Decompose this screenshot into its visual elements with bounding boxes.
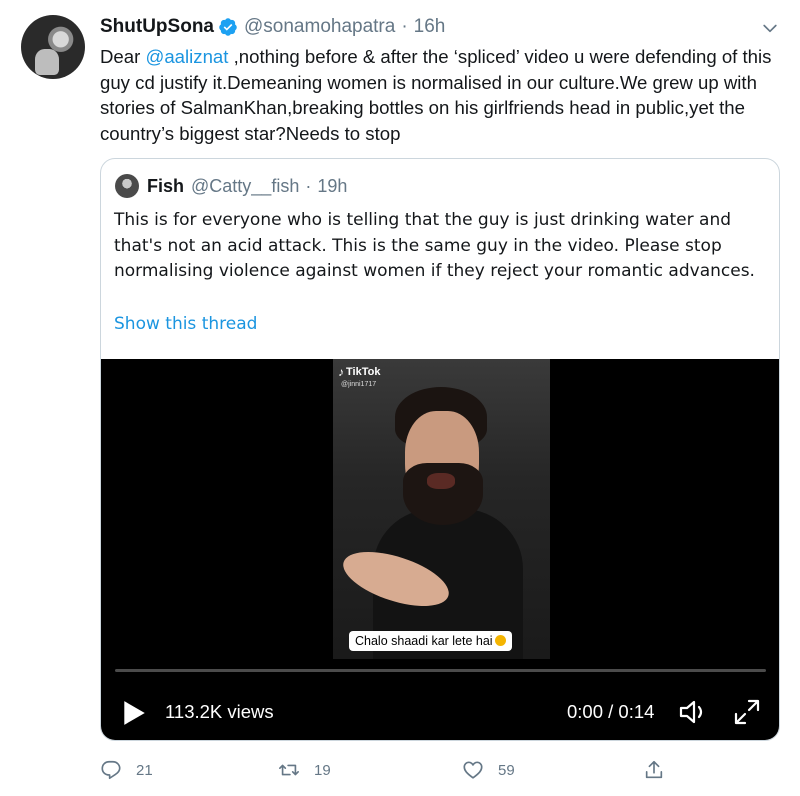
avatar[interactable] — [21, 15, 85, 79]
reply-icon — [101, 760, 121, 780]
share-button[interactable] — [643, 756, 679, 784]
video-caption: Chalo shaadi kar lete hai — [349, 631, 512, 651]
quoted-header: Fish @Catty__fish · 19h — [147, 173, 347, 199]
display-name[interactable]: ShutUpSona — [100, 16, 214, 38]
tiktok-username: @jinni1717 — [341, 381, 377, 388]
chevron-down-icon[interactable] — [760, 18, 780, 38]
video-person-mouth — [427, 473, 455, 489]
tweet: ShutUpSona @sonamohapatra · 16h Dear @aa… — [0, 0, 800, 796]
retweet-icon — [279, 764, 299, 776]
tiktok-watermark: ♪ TikTok — [338, 365, 380, 379]
video-duration: 0:00 / 0:14 — [567, 701, 655, 722]
quoted-handle[interactable]: @Catty__fish — [191, 176, 299, 197]
reply-count: 21 — [136, 761, 153, 779]
play-icon[interactable] — [121, 699, 147, 727]
volume-icon[interactable] — [678, 698, 710, 726]
retweet-button[interactable]: 19 — [278, 756, 331, 784]
share-icon — [645, 760, 663, 779]
quoted-text: This is for everyone who is telling that… — [114, 210, 755, 281]
quoted-avatar[interactable] — [115, 174, 139, 198]
verified-badge-icon — [219, 18, 237, 36]
show-thread-link[interactable]: Show this thread — [114, 314, 257, 334]
quoted-timestamp[interactable]: 19h — [317, 176, 347, 197]
reply-button[interactable]: 21 — [100, 756, 153, 784]
video-caption-text: Chalo shaadi kar lete hai — [355, 634, 493, 648]
fullscreen-icon[interactable] — [733, 698, 761, 726]
mention-link[interactable]: @aaliznat — [145, 46, 228, 67]
handle[interactable]: @sonamohapatra — [244, 16, 395, 38]
separator-dot: · — [401, 16, 408, 37]
video-progress-bar[interactable] — [115, 669, 766, 672]
video-player[interactable]: ♪ TikTok @jinni1717 Chalo shaadi kar let… — [101, 359, 779, 740]
tweet-text-lead: Dear — [100, 46, 146, 67]
tiktok-watermark-text: TikTok — [346, 366, 381, 378]
tweet-actions: 21 19 59 — [100, 756, 780, 786]
quoted-separator-dot: · — [305, 175, 312, 196]
like-count: 59 — [498, 761, 515, 779]
quoted-display-name[interactable]: Fish — [147, 176, 184, 197]
like-icon — [463, 761, 483, 779]
tweet-text: Dear @aaliznat ,nothing before & after t… — [100, 44, 780, 146]
like-button[interactable]: 59 — [462, 756, 515, 784]
view-count: 113.2K views — [165, 701, 274, 722]
tiktok-logo-icon: ♪ — [338, 365, 344, 379]
quoted-tweet[interactable]: Fish @Catty__fish · 19h This is for ever… — [100, 158, 780, 741]
smiling-emoji-icon — [494, 635, 506, 646]
retweet-count: 19 — [314, 761, 331, 779]
tweet-header: ShutUpSona @sonamohapatra · 16h — [100, 13, 445, 41]
timestamp[interactable]: 16h — [414, 16, 446, 38]
video-frame: ♪ TikTok @jinni1717 Chalo shaadi kar let… — [333, 359, 550, 659]
